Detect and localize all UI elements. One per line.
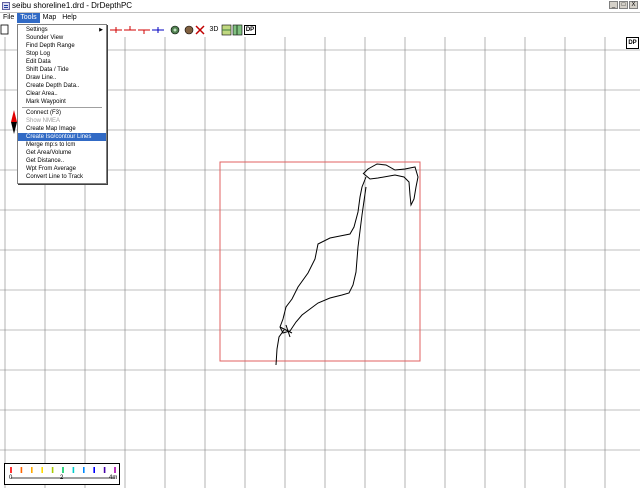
menu-tools[interactable]: Tools bbox=[17, 13, 40, 23]
menu-item-label: Settings bbox=[26, 27, 48, 33]
line-tool-icon[interactable] bbox=[110, 27, 122, 33]
menu-item-label: Create Map Image bbox=[26, 126, 76, 132]
scale-label-4m: 4m bbox=[109, 475, 118, 481]
menu-item-draw-line[interactable]: Draw Line.. bbox=[18, 74, 106, 82]
new-file-icon[interactable] bbox=[0, 24, 9, 35]
menu-map[interactable]: Map bbox=[40, 13, 60, 23]
target-icon[interactable] bbox=[170, 25, 180, 35]
tools-menu: Settings ▶ Sounder View Find Depth Range Sto… bbox=[17, 24, 107, 184]
delete-icon[interactable] bbox=[195, 25, 205, 35]
close-button[interactable]: X bbox=[629, 1, 638, 9]
menu-item-label: Find Depth Range bbox=[26, 43, 75, 49]
depth-scale-bar: 0 2 4m bbox=[4, 463, 120, 485]
menu-item-stop-log[interactable]: Stop Log bbox=[18, 50, 106, 58]
submenu-arrow-icon: ▶ bbox=[99, 27, 103, 33]
menu-item-create-depth-data[interactable]: Create Depth Data.. bbox=[18, 82, 106, 90]
title-bar: seibu shoreline1.drd - DrDepthPC _ □ X bbox=[0, 0, 640, 13]
survey-bounds bbox=[219, 161, 421, 362]
menu-item-label: Edit Data bbox=[26, 59, 51, 65]
menu-item-label: Clear Area.. bbox=[26, 91, 58, 97]
minimize-button[interactable]: _ bbox=[609, 1, 618, 9]
map-image-icon[interactable] bbox=[232, 24, 243, 36]
menu-item-label: Get Area/Volume bbox=[26, 150, 72, 156]
menu-item-find-depth-range[interactable]: Find Depth Range bbox=[18, 42, 106, 50]
app-icon bbox=[2, 2, 10, 10]
line-tool-4-icon[interactable] bbox=[152, 27, 164, 33]
menu-item-label: Shift Data / Tide bbox=[26, 67, 69, 73]
menu-item-mark-waypoint[interactable]: Mark Waypoint bbox=[18, 98, 106, 106]
menu-item-label: Sounder View bbox=[26, 35, 64, 41]
scale-label-0: 0 bbox=[9, 475, 13, 481]
menu-item-label: Draw Line.. bbox=[26, 75, 57, 81]
shoreline-track bbox=[275, 163, 419, 366]
menu-item-get-distance[interactable]: Get Distance.. bbox=[18, 157, 106, 165]
line-tool-2-icon[interactable] bbox=[124, 26, 136, 31]
menu-item-connect-f3[interactable]: Connect (F3) bbox=[18, 109, 106, 117]
grid-map-icon[interactable] bbox=[221, 24, 232, 36]
menu-item-create-iso-contour-lines[interactable]: Create Iso/contour Lines bbox=[18, 133, 106, 141]
menu-item-label: Stop Log bbox=[26, 51, 51, 57]
line-tool-3-icon[interactable] bbox=[138, 29, 150, 34]
menu-item-wpt-from-average[interactable]: Wpt From Average bbox=[18, 165, 106, 173]
dp-logo: DP bbox=[626, 37, 639, 49]
menu-item-label: Connect (F3) bbox=[26, 110, 62, 116]
menu-item-clear-area[interactable]: Clear Area.. bbox=[18, 90, 106, 98]
menu-separator bbox=[22, 107, 102, 108]
maximize-button[interactable]: □ bbox=[619, 1, 628, 9]
menu-item-sounder-view[interactable]: Sounder View bbox=[18, 34, 106, 42]
menu-item-merge-mp-s-to-lcm[interactable]: Merge mp:s to lcm bbox=[18, 141, 106, 149]
window-title: seibu shoreline1.drd - DrDepthPC bbox=[12, 1, 133, 10]
menu-item-label: Merge mp:s to lcm bbox=[26, 142, 76, 148]
menu-help[interactable]: Help bbox=[59, 13, 79, 23]
menu-file[interactable]: File bbox=[0, 13, 17, 23]
menu-item-shift-data-tide[interactable]: Shift Data / Tide bbox=[18, 66, 106, 74]
menu-item-show-nmea: Show NMEA bbox=[18, 117, 106, 125]
menu-item-get-area-volume[interactable]: Get Area/Volume bbox=[18, 149, 106, 157]
menu-item-label: Wpt From Average bbox=[26, 166, 76, 172]
menu-item-label: Show NMEA bbox=[26, 118, 61, 124]
view-3d-button[interactable]: 3D bbox=[208, 24, 220, 35]
menu-item-settings[interactable]: Settings ▶ bbox=[18, 26, 106, 34]
menu-item-convert-line-to-track[interactable]: Convert Line to Track bbox=[18, 173, 106, 181]
depth-point-icon[interactable] bbox=[184, 25, 194, 35]
menu-item-label: Create Iso/contour Lines bbox=[26, 134, 92, 140]
menu-item-label: Create Depth Data.. bbox=[26, 83, 80, 89]
menu-item-label: Convert Line to Track bbox=[26, 174, 84, 180]
menu-item-label: Get Distance.. bbox=[26, 158, 65, 164]
menu-item-create-map-image[interactable]: Create Map Image bbox=[18, 125, 106, 133]
scale-graphic bbox=[10, 467, 116, 479]
dp-toolbar-button[interactable]: DP bbox=[244, 25, 256, 35]
menu-bar: File Tools Map Help bbox=[0, 13, 640, 23]
menu-item-label: Mark Waypoint bbox=[26, 99, 66, 105]
scale-label-2: 2 bbox=[60, 475, 64, 481]
menu-item-edit-data[interactable]: Edit Data bbox=[18, 58, 106, 66]
